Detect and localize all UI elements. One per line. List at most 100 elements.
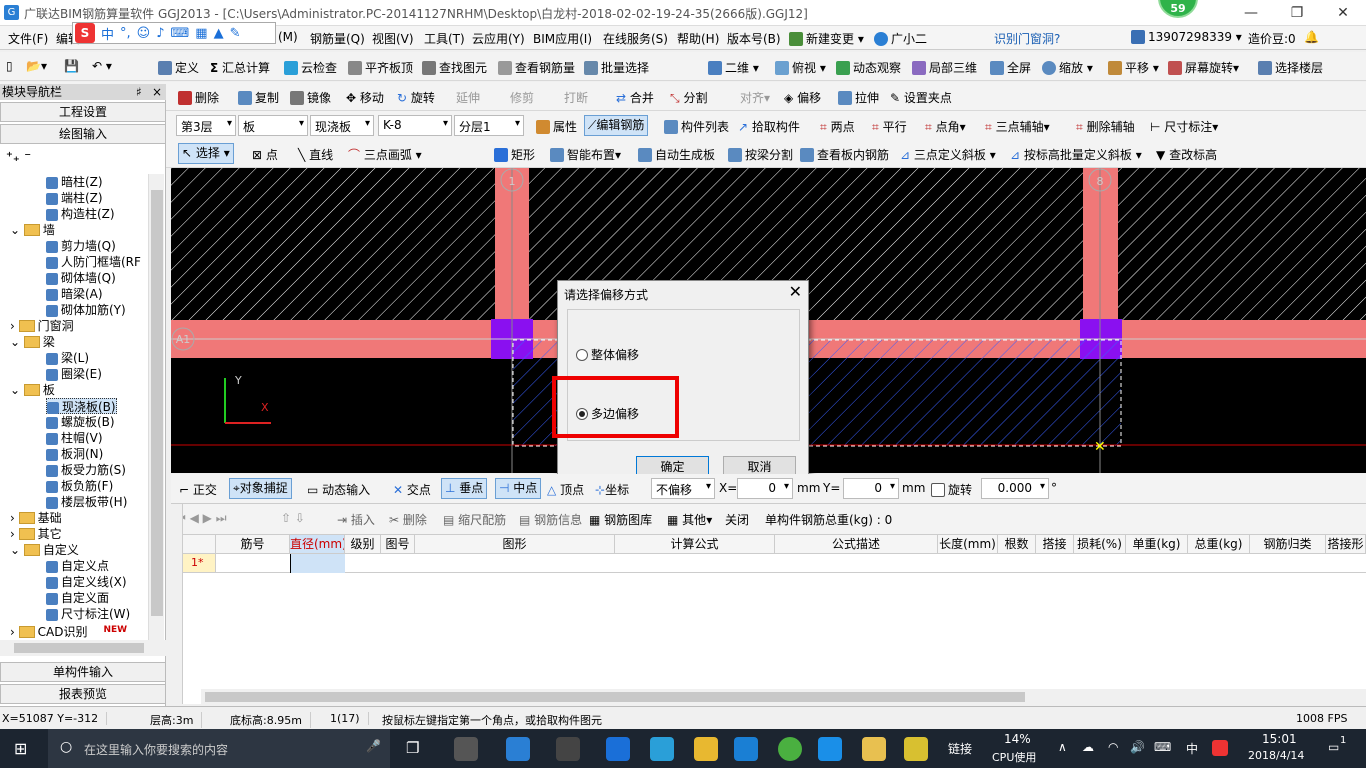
tree-folder[interactable]: ⌄ 梁 [10, 334, 55, 350]
component-list-button[interactable]: 构件列表 [664, 118, 729, 135]
fullscreen-button[interactable]: 全屏 [990, 59, 1031, 76]
dimension-dropdown[interactable]: ⊢ 尺寸标注▾ [1150, 118, 1218, 135]
point-button[interactable]: ⊠ 点 [252, 146, 278, 163]
col-category[interactable]: 钢筋归类 [1250, 535, 1326, 554]
tree-item[interactable]: 暗梁(A) [46, 286, 103, 302]
sogou-tray-icon[interactable] [1212, 740, 1228, 756]
menu-online[interactable]: 在线服务(S) [603, 30, 668, 47]
tree-folder[interactable]: › 基础 [10, 510, 62, 526]
expand-collapse-icon[interactable]: ⁺₊ ⁻ [6, 150, 31, 165]
col-length[interactable]: 长度(mm) [938, 535, 998, 554]
split-by-beam-button[interactable]: 按梁分割 [728, 146, 793, 163]
subtype-select[interactable]: 现浇板 [310, 115, 374, 136]
break-button[interactable]: 打断 [564, 89, 588, 106]
input-lang[interactable]: 中 [1186, 740, 1198, 757]
grid-delete-button[interactable]: ✂ 删除 [389, 511, 427, 528]
move-button[interactable]: ✥ 移动 [346, 89, 384, 106]
app-fan-icon[interactable] [454, 737, 478, 761]
taskbar-link-label[interactable]: 链接 [948, 740, 972, 757]
menu-rebar[interactable]: 钢筋量(Q) [310, 30, 365, 47]
ime-toolbar[interactable]: S 中 °, ☺ ♪ ⌨ ▦ ▲ ✎ [72, 22, 276, 44]
wifi-icon[interactable]: ◠ [1108, 740, 1118, 754]
pin-icon[interactable]: ♯ [136, 84, 142, 100]
tree-toggle-icon[interactable]: ⌄ [10, 383, 24, 397]
col-bar-no[interactable]: 筋号 [216, 535, 290, 554]
notes-icon[interactable] [862, 737, 886, 761]
point-angle-button[interactable]: ⌗ 点角▾ [925, 118, 966, 135]
tray-chevron-icon[interactable]: ∧ [1058, 740, 1067, 754]
y-input[interactable]: 0 [843, 478, 899, 499]
scale-rebar-button[interactable]: ▤ 缩尺配筋 [443, 511, 506, 528]
app-swirl-icon[interactable] [556, 737, 580, 761]
col-total-weight[interactable]: 总重(kg) [1188, 535, 1250, 554]
intersection-snap[interactable]: ✕ 交点 [393, 481, 431, 498]
table-row[interactable] [216, 554, 1366, 573]
grid-hscrollbar[interactable] [201, 689, 1366, 705]
offset-button[interactable]: ◈ 偏移 [784, 89, 821, 106]
align-dropdown[interactable]: 对齐▾ [740, 89, 770, 106]
clock-time[interactable]: 15:01 [1262, 732, 1297, 746]
clock-date[interactable]: 2018/4/14 [1248, 749, 1304, 762]
dynamic-view-button[interactable]: 动态观察 [836, 59, 901, 76]
tree-item[interactable]: 剪力墙(Q) [46, 238, 116, 254]
local-3d-button[interactable]: 局部三维 [912, 59, 977, 76]
tree-item[interactable]: 砌体加筋(Y) [46, 302, 126, 318]
coordinate-snap[interactable]: ⊹坐标 [595, 481, 629, 498]
parallel-button[interactable]: ⌗ 平行 [872, 118, 907, 135]
ie-icon[interactable] [650, 737, 674, 761]
move-up-down-icon[interactable]: ⇧ ⇩ [281, 511, 305, 525]
col-count[interactable]: 根数 [998, 535, 1036, 554]
col-formula-desc[interactable]: 公式描述 [775, 535, 938, 554]
save-icon[interactable]: 💾 [64, 59, 79, 73]
tree-item[interactable]: 板负筋(F) [46, 478, 113, 494]
tree-toggle-icon[interactable]: › [10, 527, 19, 541]
tree-item[interactable]: 自定义面 [46, 590, 109, 606]
rectangle-button[interactable]: 矩形 [494, 146, 535, 163]
component-select[interactable]: K-8 [378, 115, 452, 136]
user-account[interactable]: 13907298339 ▾ [1131, 30, 1242, 44]
split-button[interactable]: ⤡ 分割 [670, 89, 707, 106]
glodon-g-icon[interactable] [734, 737, 758, 761]
volume-icon[interactable]: 🔊 [1130, 740, 1145, 754]
define-button[interactable]: 定义 [158, 59, 199, 76]
tree-item[interactable]: 尺寸标注(W) [46, 606, 130, 622]
pick-component-button[interactable]: ↗ 拾取构件 [738, 118, 800, 135]
other-dropdown[interactable]: ▦ 其他▾ [667, 511, 712, 528]
menu-m[interactable]: (M) [278, 30, 298, 44]
tree-item[interactable]: 梁(L) [46, 350, 89, 366]
mirror-button[interactable]: 镜像 [290, 89, 331, 106]
col-figure-no[interactable]: 图号 [381, 535, 415, 554]
tree-toggle-icon[interactable]: › [10, 319, 19, 333]
panel-close-icon[interactable]: × [152, 84, 162, 100]
cloud-check-button[interactable]: 云检查 [284, 59, 337, 76]
trim-button[interactable]: 修剪 [510, 89, 534, 106]
merge-button[interactable]: ⇄ 合并 [616, 89, 654, 106]
identify-door-window-link[interactable]: 识别门窗洞? [994, 30, 1060, 47]
tree-folder[interactable]: › 其它 [10, 526, 62, 542]
rotate-button[interactable]: ↻ 旋转 [397, 89, 435, 106]
arc-dropdown[interactable]: ⌒ 三点画弧 ▾ [348, 146, 422, 163]
tree-item[interactable]: 现浇板(B) [46, 398, 117, 414]
tree-item[interactable]: 螺旋板(B) [46, 414, 115, 430]
offset-mode-select[interactable]: 不偏移 [651, 478, 715, 499]
copy-button[interactable]: 复制 [238, 89, 279, 106]
top-view-dropdown[interactable]: 俯视 ▾ [775, 59, 826, 76]
align-top-button[interactable]: 平齐板顶 [348, 59, 413, 76]
action-center-icon[interactable]: ▭ [1328, 740, 1339, 754]
rotate-input[interactable]: 0.000 [981, 478, 1049, 499]
rebar-library-button[interactable]: ▦ 钢筋图库 [589, 511, 652, 528]
row-header[interactable]: 1* [183, 554, 216, 573]
tree-item[interactable]: 自定义线(X) [46, 574, 127, 590]
col-diameter[interactable]: 直径(mm) [290, 535, 345, 554]
extend-button[interactable]: 延伸 [456, 89, 480, 106]
menu-cloud[interactable]: 云应用(Y) [472, 30, 525, 47]
drawing-input-tab[interactable]: 绘图输入 [0, 124, 166, 144]
slab-right[interactable] [1118, 168, 1366, 320]
ime-keyboard-icon[interactable]: ⌨ [171, 26, 190, 41]
pan-dropdown[interactable]: 平移 ▾ [1108, 59, 1159, 76]
tree-toggle-icon[interactable]: ⌄ [10, 223, 24, 237]
three-point-slope-dropdown[interactable]: ⊿ 三点定义斜板 ▾ [900, 146, 996, 163]
file-explorer-icon[interactable] [694, 737, 718, 761]
dialog-close-icon[interactable]: ✕ [789, 282, 802, 301]
col-shape[interactable]: 图形 [415, 535, 615, 554]
